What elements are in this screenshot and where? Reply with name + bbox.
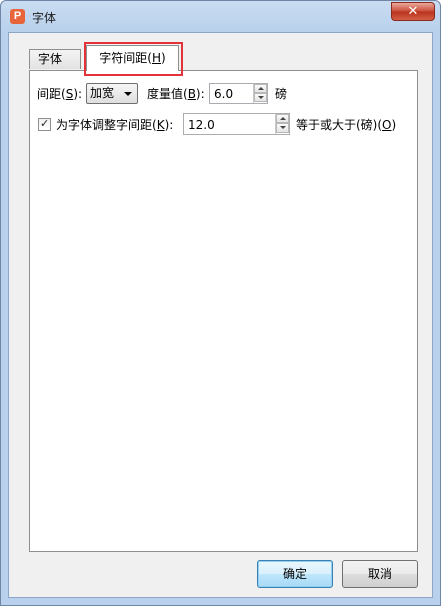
spin-up-icon[interactable]	[254, 84, 267, 93]
spacing-label-text: 间距(	[37, 87, 66, 101]
kerning-after-suffix: )	[391, 118, 397, 132]
checkmark-icon: ✓	[40, 117, 50, 130]
kerning-checkbox[interactable]: ✓	[38, 117, 51, 131]
amount-label: 度量值(B):	[147, 86, 205, 102]
ok-button[interactable]: 确定	[257, 560, 333, 588]
dialog-window: P 字体 ✕ 字体(F) 字符间距(H) 间距(S): 加宽 度量值(B): 6…	[0, 0, 441, 606]
amount-label-accel: B	[187, 87, 196, 101]
kerning-spinbox[interactable]: 12.0	[183, 113, 290, 135]
window-title: 字体	[32, 11, 57, 25]
amount-label-suffix: ):	[195, 87, 205, 101]
kerning-label-accel: K	[156, 118, 165, 132]
spacing-label-suffix: ):	[73, 87, 83, 101]
kerning-label-text: 为字体调整字间距(	[56, 118, 157, 132]
spin-down-icon[interactable]	[254, 93, 267, 102]
tab-spacing-label: 字符间距(	[99, 51, 152, 65]
tab-font[interactable]: 字体(F)	[29, 49, 81, 85]
amount-spin-buttons	[253, 84, 267, 103]
spin-down-icon[interactable]	[276, 123, 289, 133]
kerning-after-label: 等于或大于(磅)(O)	[296, 117, 396, 133]
tab-spacing-accel: H	[151, 51, 162, 65]
close-button[interactable]: ✕	[391, 2, 435, 21]
kerning-after-accel: O	[382, 118, 392, 132]
amount-value[interactable]: 6.0	[214, 86, 233, 102]
kerning-label[interactable]: 为字体调整字间距(K):	[56, 117, 173, 133]
kerning-after-text: 等于或大于(磅)(	[296, 118, 383, 132]
spacing-label: 间距(S):	[37, 86, 82, 102]
tab-spacing-suffix: )	[161, 51, 166, 65]
kerning-label-suffix: ):	[164, 118, 174, 132]
amount-label-text: 度量值(	[147, 87, 188, 101]
kerning-value[interactable]: 12.0	[188, 117, 215, 133]
title-bar[interactable]: P 字体 ✕	[1, 1, 440, 31]
spacing-select-value: 加宽	[90, 86, 115, 100]
spin-up-icon[interactable]	[276, 114, 289, 123]
cancel-button[interactable]: 取消	[342, 560, 418, 588]
chevron-down-icon	[124, 92, 132, 96]
tab-panel	[29, 70, 418, 552]
spacing-select[interactable]: 加宽	[86, 83, 138, 104]
amount-spinbox[interactable]: 6.0	[209, 83, 268, 104]
amount-unit: 磅	[275, 87, 288, 101]
tab-character-spacing[interactable]: 字符间距(H)	[86, 45, 179, 71]
kerning-spin-buttons	[275, 114, 289, 134]
dialog-client-area: 字体(F) 字符间距(H) 间距(S): 加宽 度量值(B): 6.0 磅	[8, 32, 433, 598]
wps-app-icon: P	[10, 9, 25, 24]
